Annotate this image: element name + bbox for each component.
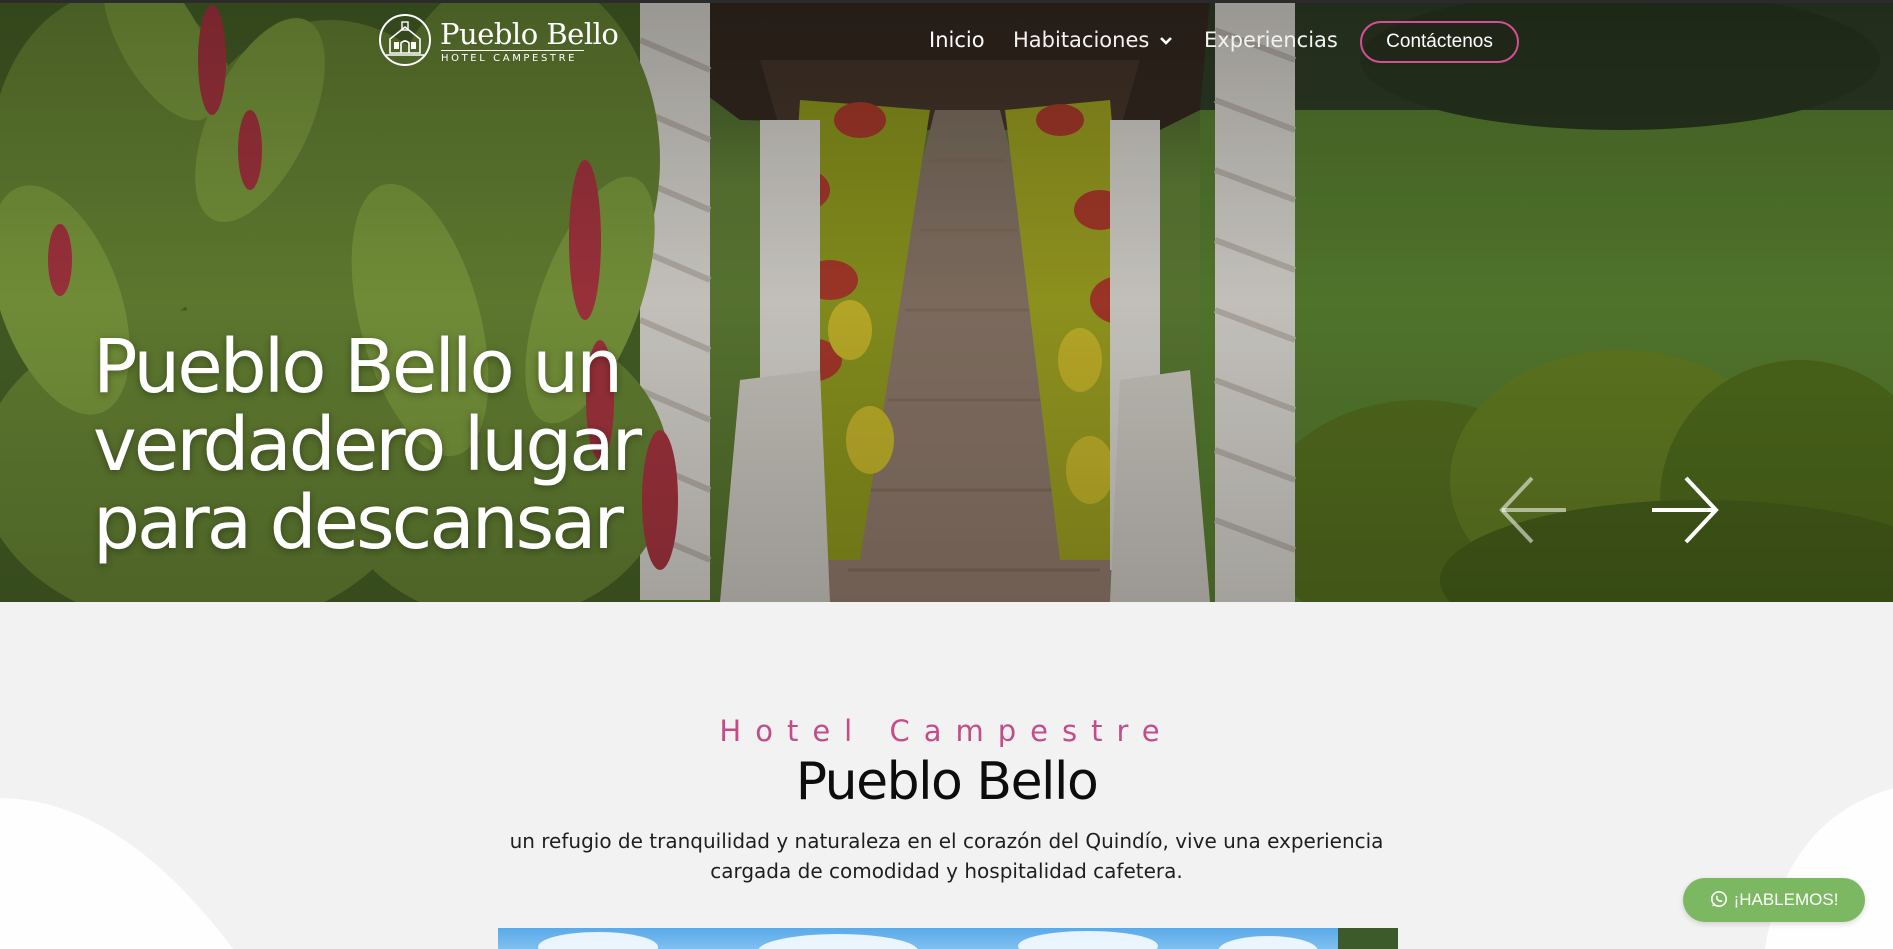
tree-shape (1338, 928, 1398, 949)
hotel-photo (498, 928, 1398, 949)
arrow-left-icon[interactable] (1498, 474, 1570, 546)
section-description: un refugio de tranquilidad y naturaleza … (509, 829, 1384, 883)
nav-item-label: Habitaciones (1013, 28, 1150, 52)
cloud-shape (1018, 931, 1158, 949)
hero-headline-line: verdadero lugar (93, 402, 642, 488)
main-nav: Inicio Habitaciones Experiencias Contáct… (0, 20, 1893, 64)
cloud-shape (1218, 936, 1318, 949)
hero-headline: Pueblo Bello un verdadero lugar para des… (93, 328, 693, 562)
cloud-shape (758, 934, 918, 949)
intro-section: Hotel Campestre Pueblo Bello un refugio … (0, 602, 1893, 949)
nav-item-experiencias[interactable]: Experiencias (1204, 28, 1338, 52)
whatsapp-button[interactable]: ¡HABLEMOS! (1683, 878, 1865, 922)
arrow-right-icon[interactable] (1648, 474, 1720, 546)
hero-headline-line: Pueblo Bello un (93, 324, 623, 410)
chevron-down-icon (1160, 37, 1173, 45)
whatsapp-icon (1710, 891, 1727, 908)
nav-item-inicio[interactable]: Inicio (929, 28, 985, 52)
hero-slider: Pueblo Bello HOTEL CAMPESTRE Inicio Habi… (0, 0, 1893, 602)
section-kicker: Hotel Campestre (719, 714, 1174, 748)
contact-button[interactable]: Contáctenos (1360, 21, 1519, 63)
top-border (0, 0, 1893, 3)
hero-headline-line: para descansar (93, 480, 624, 566)
cloud-shape (538, 932, 658, 949)
nav-item-habitaciones[interactable]: Habitaciones (1013, 28, 1173, 52)
whatsapp-label: ¡HABLEMOS! (1733, 890, 1839, 909)
section-title: Pueblo Bello (795, 752, 1099, 812)
